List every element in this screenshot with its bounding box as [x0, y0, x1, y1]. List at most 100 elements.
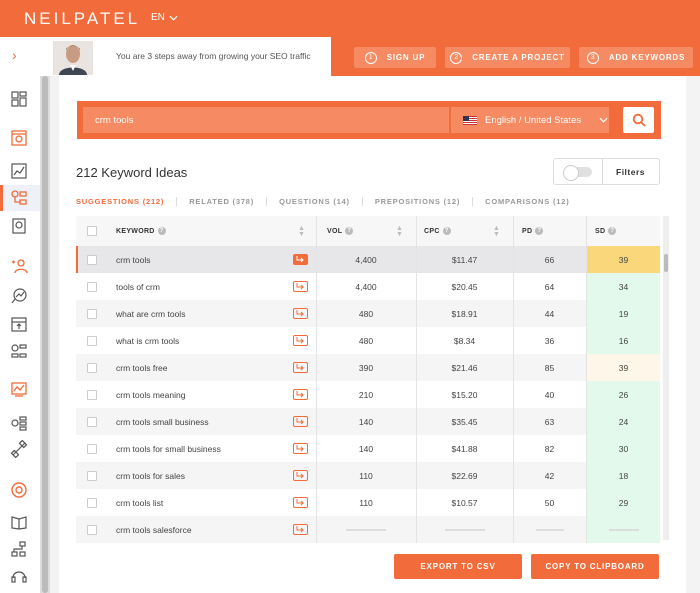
- row-checkbox[interactable]: [87, 524, 97, 535]
- sort-icon[interactable]: ▲ ▼: [396, 225, 403, 238]
- tab-related[interactable]: RELATED (378): [189, 197, 268, 206]
- row-checkbox[interactable]: [87, 389, 97, 400]
- open-keyword-icon[interactable]: [293, 254, 308, 265]
- logo[interactable]: NEILPATEL: [24, 9, 140, 29]
- keyword-cell[interactable]: crm tools for small business: [116, 435, 221, 462]
- row-checkbox[interactable]: [87, 281, 97, 292]
- sign-up-button[interactable]: 1 SIGN UP: [354, 47, 436, 68]
- copy-clipboard-button[interactable]: COPY TO CLIPBOARD: [531, 554, 659, 579]
- row-checkbox[interactable]: [87, 335, 97, 346]
- help-icon[interactable]: ?: [608, 227, 617, 235]
- vol-cell: 110: [359, 497, 373, 508]
- keyword-cell[interactable]: crm tools salesforce: [116, 516, 192, 543]
- open-keyword-icon[interactable]: [293, 497, 308, 508]
- table-row[interactable]: crm tools meaning 210 $15.20 40 26: [76, 381, 660, 408]
- chart-icon[interactable]: [10, 162, 28, 180]
- language-selector[interactable]: EN: [151, 12, 178, 23]
- headset-support-icon[interactable]: [10, 567, 28, 585]
- dashboard-icon[interactable]: [10, 90, 28, 108]
- table-scrollbar[interactable]: [663, 216, 669, 540]
- open-keyword-icon[interactable]: [293, 389, 308, 400]
- vol-cell: 390: [358, 362, 374, 373]
- tab-questions[interactable]: QUESTIONS (14): [279, 197, 363, 206]
- view-toggle[interactable]: [563, 165, 592, 181]
- add-keywords-button[interactable]: 3 ADD KEYWORDS: [579, 47, 693, 68]
- open-keyword-icon[interactable]: [293, 281, 308, 292]
- row-checkbox[interactable]: [87, 497, 97, 508]
- sort-icon[interactable]: ▲ ▼: [493, 225, 500, 238]
- help-icon[interactable]: ?: [535, 227, 544, 235]
- table-row[interactable]: tools of crm 4,400 $20.45 64 34: [76, 273, 660, 300]
- keyword-column-header[interactable]: KEYWORD?: [116, 216, 166, 246]
- open-keyword-icon[interactable]: [293, 524, 308, 535]
- link-icon[interactable]: [10, 439, 28, 459]
- open-keyword-icon[interactable]: [293, 362, 308, 373]
- backlinks-icon[interactable]: [10, 342, 28, 360]
- search-icon: [632, 113, 646, 127]
- keyword-cell[interactable]: crm tools free: [116, 354, 168, 381]
- open-keyword-icon[interactable]: [293, 416, 308, 427]
- rank-tracking-icon[interactable]: [10, 380, 28, 398]
- expand-sidebar-icon[interactable]: ›: [12, 47, 17, 63]
- open-keyword-icon[interactable]: [293, 443, 308, 454]
- keyword-cell[interactable]: what are crm tools: [116, 300, 185, 327]
- users-icon[interactable]: [10, 257, 28, 275]
- sitemap-icon[interactable]: [10, 540, 28, 558]
- help-icon[interactable]: ?: [442, 227, 451, 235]
- row-checkbox[interactable]: [87, 308, 97, 319]
- open-keyword-icon[interactable]: [293, 335, 308, 346]
- help-icon[interactable]: ?: [345, 227, 354, 235]
- open-keyword-icon[interactable]: [293, 308, 308, 319]
- search-button[interactable]: [623, 107, 654, 133]
- site-audit-icon[interactable]: [10, 129, 28, 147]
- keyword-cell[interactable]: crm tools list: [116, 489, 163, 516]
- table-row[interactable]: crm tools free 390 $21.46 85 39: [76, 354, 660, 381]
- table-row[interactable]: crm tools salesforce: [76, 516, 660, 543]
- table-row[interactable]: crm tools 4,400 $11.47 66 39: [76, 246, 660, 273]
- keyword-ideas-icon[interactable]: [10, 189, 28, 207]
- vol-column-header[interactable]: VOL?: [327, 216, 354, 246]
- table-row[interactable]: what are crm tools 480 $18.91 44 19: [76, 300, 660, 327]
- tab-comparisons[interactable]: COMPARISONS (12): [485, 197, 581, 206]
- traffic-analyzer-icon[interactable]: [10, 287, 28, 305]
- keyword-cell[interactable]: crm tools small business: [116, 408, 209, 435]
- row-checkbox[interactable]: [87, 470, 97, 481]
- content-ideas-icon[interactable]: [10, 217, 28, 235]
- locale-select[interactable]: English / United States: [451, 107, 609, 133]
- results-tabs: SUGGESTIONS (212) RELATED (378) QUESTION…: [76, 197, 594, 206]
- sd-column-header[interactable]: SD?: [595, 216, 617, 246]
- vol-cell: 480: [358, 308, 374, 319]
- table-row[interactable]: crm tools for small business 140 $41.88 …: [76, 435, 660, 462]
- page-scrollbar[interactable]: [40, 76, 50, 593]
- keyword-cell[interactable]: crm tools meaning: [116, 381, 185, 408]
- help-lifebuoy-icon[interactable]: [10, 481, 28, 499]
- table-row[interactable]: crm tools small business 140 $35.45 63 2…: [76, 408, 660, 435]
- row-checkbox[interactable]: [87, 254, 97, 265]
- select-all-checkbox[interactable]: [87, 226, 97, 236]
- table-row[interactable]: crm tools list 110 $10.57 50 29: [76, 489, 660, 516]
- keyword-cell[interactable]: crm tools: [116, 246, 150, 273]
- keyword-cell[interactable]: tools of crm: [116, 273, 160, 300]
- cpc-column-header[interactable]: CPC?: [424, 216, 451, 246]
- calendar-icon[interactable]: [10, 315, 28, 333]
- settings-list-icon[interactable]: [10, 414, 28, 432]
- book-icon[interactable]: [10, 513, 28, 531]
- table-row[interactable]: crm tools for sales 110 $22.69 42 18: [76, 462, 660, 489]
- create-project-button[interactable]: 2 CREATE A PROJECT: [445, 47, 570, 68]
- open-keyword-icon[interactable]: [293, 470, 308, 481]
- search-input[interactable]: crm tools: [83, 107, 449, 133]
- pd-column-header[interactable]: PD?: [522, 216, 544, 246]
- filters-button[interactable]: Filters: [616, 167, 645, 177]
- table-row[interactable]: what is crm tools 480 $8.34 36 16: [76, 327, 660, 354]
- row-checkbox[interactable]: [87, 416, 97, 427]
- tab-suggestions[interactable]: SUGGESTIONS (212): [76, 197, 178, 206]
- sort-icon[interactable]: ▲ ▼: [298, 225, 305, 238]
- cpc-cell: $18.91: [451, 308, 478, 319]
- export-csv-button[interactable]: EXPORT TO CSV: [394, 554, 522, 579]
- keyword-cell[interactable]: crm tools for sales: [116, 462, 185, 489]
- tab-prepositions[interactable]: PREPOSITIONS (12): [375, 197, 474, 206]
- help-icon[interactable]: ?: [157, 227, 166, 235]
- row-checkbox[interactable]: [87, 362, 97, 373]
- keyword-cell[interactable]: what is crm tools: [116, 327, 179, 354]
- row-checkbox[interactable]: [87, 443, 97, 454]
